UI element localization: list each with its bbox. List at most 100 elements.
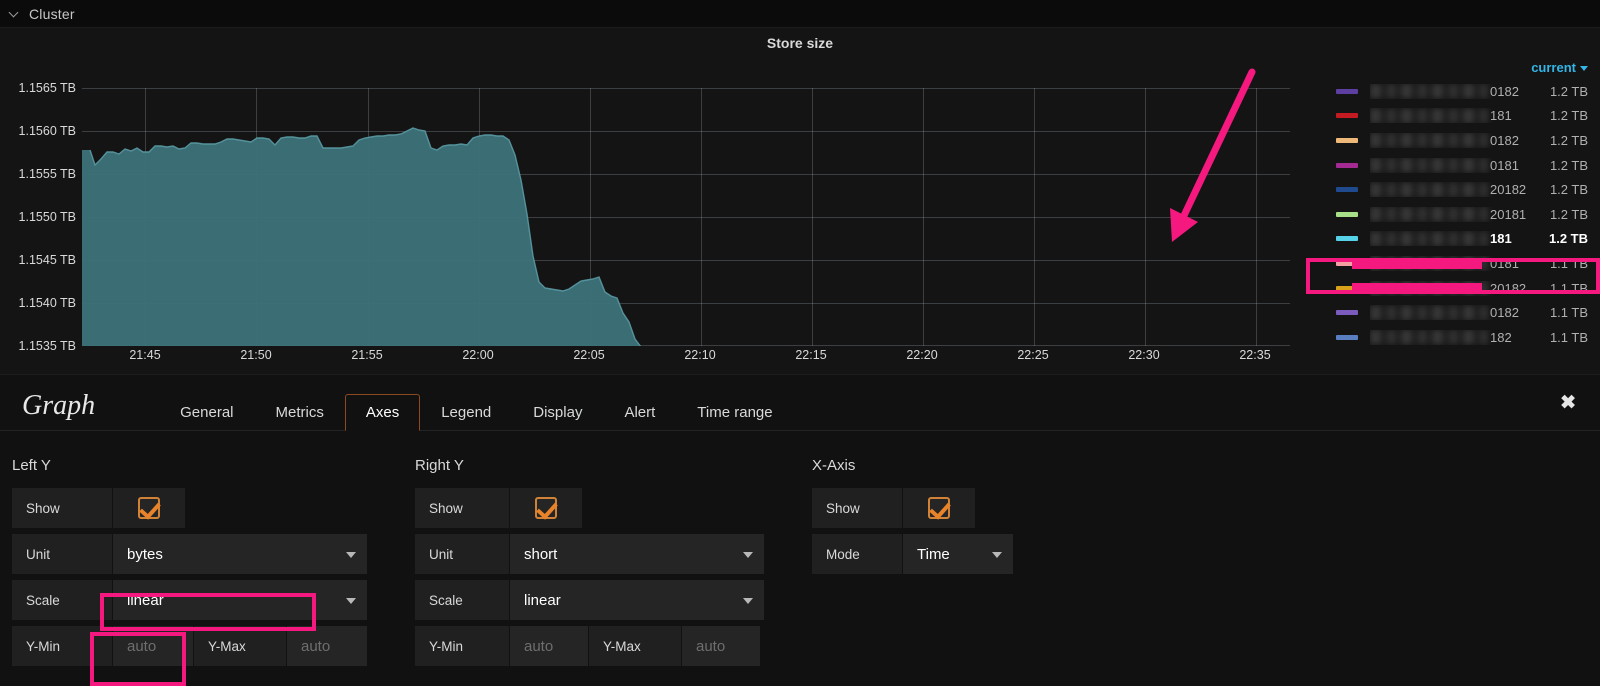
tab-alert[interactable]: Alert <box>603 394 676 431</box>
legend-series-name: 0182 <box>1370 305 1532 320</box>
right-y-min-input[interactable] <box>510 626 588 666</box>
chevron-down-icon[interactable] <box>10 8 21 19</box>
legend-color-swatch[interactable] <box>1336 113 1358 118</box>
legend-series-name: 182 <box>1370 330 1532 345</box>
y-axis-tick: 1.1560 TB <box>19 124 76 138</box>
plot-area[interactable] <box>82 88 1290 346</box>
redacted-name-overlay <box>1370 207 1488 222</box>
left-y-scale-value: linear <box>113 592 194 609</box>
legend-color-swatch[interactable] <box>1336 212 1358 217</box>
redacted-name-overlay <box>1370 256 1488 271</box>
graph-canvas[interactable]: 1.1565 TB1.1560 TB1.1555 TB1.1550 TB1.15… <box>0 58 1300 376</box>
legend-series-value: 1.1 TB <box>1532 330 1588 345</box>
legend-series-name: 181 <box>1370 231 1532 246</box>
legend-series-name-suffix: 0182 <box>1490 133 1519 148</box>
legend-color-swatch[interactable] <box>1336 163 1358 168</box>
graph-legend[interactable]: current 01821.2 TB1811.2 TB01821.2 TB018… <box>1300 58 1600 376</box>
right-y-scale-select[interactable]: linear <box>510 580 764 620</box>
right-y-unit-label: Unit <box>415 534 509 574</box>
tab-metrics[interactable]: Metrics <box>255 394 345 431</box>
y-axis-tick: 1.1540 TB <box>19 296 76 310</box>
right-y-scale-value: linear <box>510 592 591 609</box>
x-axis-tick: 22:15 <box>795 348 826 362</box>
left-y-unit-label: Unit <box>12 534 112 574</box>
legend-sort-current[interactable]: current <box>1300 58 1600 79</box>
legend-series-value: 1.2 TB <box>1532 182 1588 197</box>
checkbox-checked-icon[interactable] <box>928 497 950 519</box>
redacted-name-overlay <box>1370 108 1488 123</box>
close-icon[interactable]: ✖ <box>1560 393 1576 412</box>
legend-series-name-suffix: 181 <box>1490 108 1512 123</box>
legend-color-swatch[interactable] <box>1336 138 1358 143</box>
chevron-down-icon <box>346 598 356 604</box>
right-y-max-label: Y-Max <box>589 626 681 666</box>
legend-row[interactable]: 201821.1 TB <box>1300 276 1600 301</box>
legend-color-swatch[interactable] <box>1336 286 1358 291</box>
legend-series-value: 1.1 TB <box>1532 256 1588 271</box>
x-axis-show-checkbox-cell[interactable] <box>903 488 975 528</box>
legend-color-swatch[interactable] <box>1336 261 1358 266</box>
tab-display[interactable]: Display <box>512 394 603 431</box>
right-y-max-field[interactable] <box>682 626 760 666</box>
x-axis-mode-label: Mode <box>812 534 902 574</box>
legend-row[interactable]: 1821.1 TB <box>1300 325 1600 350</box>
left-y-max-label: Y-Max <box>194 626 286 666</box>
x-axis-tick: 22:30 <box>1128 348 1159 362</box>
left-y-unit-select[interactable]: bytes <box>113 534 367 574</box>
legend-series-name-suffix: 181 <box>1490 231 1512 246</box>
legend-row[interactable]: 20182 1.2 TB <box>1300 177 1600 202</box>
left-y-unit-value: bytes <box>113 546 193 563</box>
right-y-max-input[interactable] <box>682 626 760 666</box>
right-y-show-checkbox-cell[interactable] <box>510 488 582 528</box>
legend-row[interactable]: 01811.1 TB <box>1300 251 1600 276</box>
legend-row[interactable]: 1811.2 TB <box>1300 104 1600 129</box>
legend-series-name: 20182 <box>1370 281 1532 296</box>
legend-series-name-suffix: 20181 <box>1490 207 1526 222</box>
legend-sort-label: current <box>1531 60 1576 75</box>
legend-series-value: 1.2 TB <box>1532 84 1588 99</box>
legend-color-swatch[interactable] <box>1336 310 1358 315</box>
right-y-unit-select[interactable]: short <box>510 534 764 574</box>
x-axis-tick: 22:25 <box>1017 348 1048 362</box>
dashboard-row-header[interactable]: Cluster <box>0 0 1600 27</box>
left-y-scale-select[interactable]: linear <box>113 580 367 620</box>
legend-series-name-suffix: 20182 <box>1490 182 1526 197</box>
left-y-min-field[interactable] <box>113 626 193 666</box>
tab-axes[interactable]: Axes <box>345 394 420 431</box>
left-y-min-input[interactable] <box>113 626 193 666</box>
legend-series-name: 0182 <box>1370 133 1532 148</box>
legend-row[interactable]: 01821.2 TB <box>1300 128 1600 153</box>
x-axis-mode-select[interactable]: Time <box>903 534 1013 574</box>
legend-row[interactable]: 1811.2 TB <box>1300 227 1600 252</box>
left-y-show-checkbox-cell[interactable] <box>113 488 185 528</box>
checkbox-checked-icon[interactable] <box>138 497 160 519</box>
legend-row[interactable]: 01811.2 TB <box>1300 153 1600 178</box>
left-y-title: Left Y <box>12 457 367 474</box>
legend-row[interactable]: 201811.2 TB <box>1300 202 1600 227</box>
legend-color-swatch[interactable] <box>1336 335 1358 340</box>
series-area-fill <box>82 128 1290 346</box>
left-y-max-field[interactable] <box>287 626 367 666</box>
right-y-minmax-row: Y-Min Y-Max <box>415 626 764 666</box>
tab-general[interactable]: General <box>159 394 254 431</box>
right-y-min-field[interactable] <box>510 626 588 666</box>
tab-legend[interactable]: Legend <box>420 394 512 431</box>
left-y-max-input[interactable] <box>287 626 367 666</box>
panel-title[interactable]: Store size <box>767 35 833 51</box>
legend-color-swatch[interactable] <box>1336 187 1358 192</box>
x-axis-show-label: Show <box>812 488 902 528</box>
right-y-show-label: Show <box>415 488 509 528</box>
y-axis-tick: 1.1555 TB <box>19 167 76 181</box>
legend-row[interactable]: 01821.2 TB <box>1300 79 1600 104</box>
x-axis-section: X-Axis Show Mode Time <box>812 457 1013 672</box>
legend-color-swatch[interactable] <box>1336 89 1358 94</box>
editor-content-axes: Left Y Show Unit bytes Scale linear <box>0 431 1600 672</box>
left-y-section: Left Y Show Unit bytes Scale linear <box>12 457 367 672</box>
panel-editor: Graph GeneralMetricsAxesLegendDisplayAle… <box>0 375 1600 686</box>
legend-row[interactable]: 01821.1 TB <box>1300 300 1600 325</box>
tab-time-range[interactable]: Time range <box>676 394 793 431</box>
redacted-name-overlay <box>1370 133 1488 148</box>
checkbox-checked-icon[interactable] <box>535 497 557 519</box>
legend-color-swatch[interactable] <box>1336 236 1358 241</box>
editor-tabs: GeneralMetricsAxesLegendDisplayAlertTime… <box>159 394 793 430</box>
